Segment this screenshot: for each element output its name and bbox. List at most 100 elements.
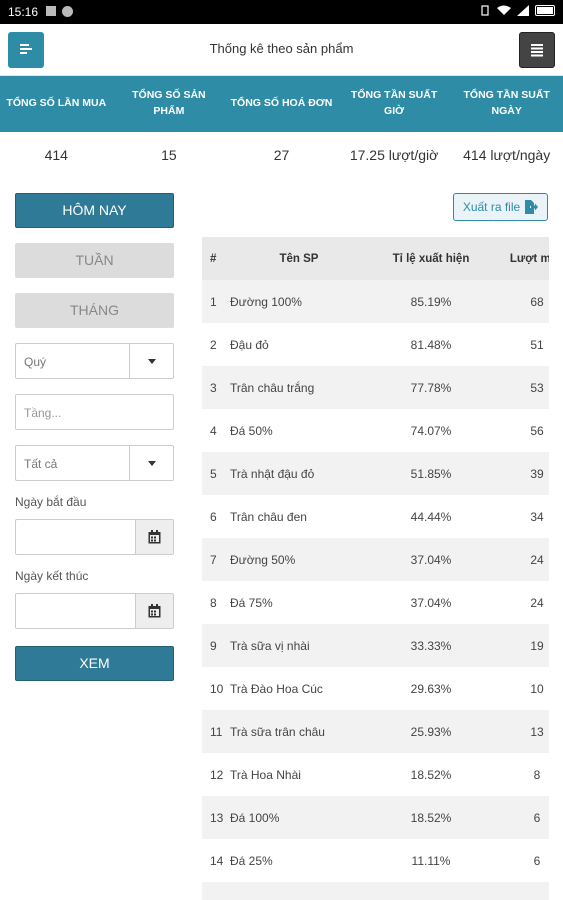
hamburger-icon: [531, 44, 543, 57]
wifi-icon: [497, 5, 511, 15]
appearance-rate: 11.11%: [411, 853, 451, 868]
table-row: 4 Đá 50% 74.07% 56: [202, 409, 549, 452]
end-date-field[interactable]: [15, 593, 174, 629]
row-index: 7: [210, 552, 217, 567]
product-name: Đá 50%: [230, 423, 273, 438]
col-header-product-name: Tên SP: [279, 252, 319, 265]
appearance-rate: 18.52%: [410, 767, 452, 782]
calendar-icon: [148, 604, 161, 618]
caret-down-icon: [148, 461, 156, 466]
appearance-rate: 74.07%: [410, 423, 452, 438]
table-row: 8 Đá 75% 37.04% 24: [202, 581, 549, 624]
appearance-rate: 51.85%: [410, 466, 452, 481]
col-header-index: #: [210, 252, 217, 265]
purchase-count: 68: [530, 294, 544, 309]
appearance-rate: 85.19%: [410, 294, 452, 309]
purchase-count: 24: [530, 595, 544, 610]
notification-icons: [46, 6, 73, 17]
month-button[interactable]: THÁNG: [15, 293, 174, 328]
purchase-count: 34: [530, 509, 544, 524]
table-row: 7 Đường 50% 37.04% 24: [202, 538, 549, 581]
stat-header-hourly-frequency: TỔNG TẦN SUẤT GIỜ: [350, 89, 438, 117]
start-date-label: Ngày bắt đầu: [15, 495, 87, 509]
stat-header-total-products: TỔNG SỐ SẢN PHẨM: [132, 89, 206, 117]
appearance-rate: 25.93%: [410, 724, 452, 739]
status-time: 15:16: [8, 5, 39, 19]
col-header-appearance-rate: Tỉ lệ xuất hiện: [392, 252, 470, 265]
row-index: 9: [210, 638, 217, 653]
notification-icon: [46, 6, 56, 16]
table-row: 14 Đá 25% 11.11% 6: [202, 839, 549, 882]
product-name: Đá 25%: [230, 853, 273, 868]
table-row: 5 Trà nhật đậu đỏ 51.85% 39: [202, 452, 549, 495]
stat-header-total-purchases: TỔNG SỐ LẦN MUA: [6, 97, 107, 110]
menu-button[interactable]: [519, 32, 555, 68]
start-date-field[interactable]: [15, 519, 174, 555]
stats-values: 414 15 27 17.25 lượt/giờ 414 lượt/ngày: [0, 132, 563, 178]
product-name: Đá 75%: [230, 595, 273, 610]
floor-input[interactable]: Tầng...: [15, 394, 174, 430]
purchase-count: [492, 882, 549, 900]
product-name: Trà sữa trân châu: [230, 724, 325, 739]
row-index: 3: [210, 380, 217, 395]
appearance-rate: 81.48%: [410, 337, 452, 352]
purchase-count: 6: [533, 853, 541, 868]
week-button[interactable]: TUẦN: [15, 243, 174, 278]
stat-header-daily-frequency: TỔNG TẦN SUẤT NGÀY: [463, 89, 550, 117]
appearance-rate: 18.52%: [410, 810, 452, 825]
file-export-icon: [525, 200, 539, 214]
product-name: Trà Đào Hoa Cúc: [230, 681, 323, 696]
system-icons: [479, 5, 555, 16]
vibrate-icon: [481, 5, 489, 16]
appearance-rate: 44.44%: [410, 509, 452, 524]
page-title: Thống kê theo sản phẩm: [209, 41, 354, 56]
row-index: 11: [210, 724, 223, 739]
product-name: Đường 100%: [230, 294, 302, 309]
row-index: 5: [210, 466, 217, 481]
table-row: 13 Đá 100% 18.52% 6: [202, 796, 549, 839]
battery-icon: [535, 5, 555, 16]
calendar-button[interactable]: [135, 520, 173, 554]
stat-value-daily-frequency: 414 lượt/ngày: [463, 147, 551, 163]
purchase-count: 24: [530, 552, 544, 567]
row-index: 10: [210, 681, 224, 696]
product-table[interactable]: # Tên SP Tỉ lệ xuất hiện Lượt mua 1 Đường…: [202, 237, 549, 900]
table-row: 1 Đường 100% 85.19% 68: [202, 280, 549, 323]
product-name: Trà nhật đậu đỏ: [230, 466, 315, 481]
row-index: 2: [210, 337, 217, 352]
purchase-count: 13: [530, 724, 544, 739]
row-index: 4: [210, 423, 217, 438]
row-index: 8: [210, 595, 217, 610]
caret-down-icon: [148, 359, 156, 364]
stat-value-hourly-frequency: 17.25 lượt/giờ: [349, 147, 439, 163]
stats-header: TỔNG SỐ LẦN MUA TỔNG SỐ SẢN PHẨM TỔNG SỐ…: [0, 76, 563, 132]
table-row: 9 Trà sữa vị nhài 33.33% 19: [202, 624, 549, 667]
purchase-count: 6: [533, 810, 541, 825]
calendar-button[interactable]: [135, 594, 173, 628]
view-button[interactable]: XEM: [15, 646, 174, 681]
table-row: 11 Trà sữa trân châu 25.93% 13: [202, 710, 549, 753]
product-name: Đá 100%: [230, 810, 280, 825]
product-name: [228, 882, 370, 900]
calendar-icon: [148, 530, 161, 544]
scope-select[interactable]: Tất cả: [15, 445, 174, 481]
purchase-count: 56: [530, 423, 544, 438]
export-file-button[interactable]: Xuất ra file: [453, 193, 548, 221]
purchase-count: 51: [530, 337, 544, 352]
col-header-purchases: Lượt mua: [509, 252, 549, 265]
purchase-count: 8: [533, 767, 541, 782]
purchase-count: 19: [530, 638, 544, 653]
table-row: 2 Đậu đỏ 81.48% 51: [202, 323, 549, 366]
today-button[interactable]: HÔM NAY: [15, 193, 174, 228]
product-name: Trà sữa vị nhài: [230, 638, 310, 653]
row-index: 14: [210, 853, 224, 868]
filter-panel: HÔM NAY TUẦN THÁNG Quý Tầng... Tất cả Ng…: [15, 193, 174, 681]
row-index: 13: [210, 810, 224, 825]
table-header-row: # Tên SP Tỉ lệ xuất hiện Lượt mua: [202, 237, 549, 280]
product-name: Trà Hoa Nhài: [230, 767, 301, 782]
quarter-select[interactable]: Quý: [15, 343, 174, 379]
scope-select-value: Tất cả: [24, 457, 58, 471]
product-name: Trân châu đen: [230, 509, 307, 524]
purchase-count: 39: [530, 466, 544, 481]
appearance-rate: [370, 882, 492, 900]
